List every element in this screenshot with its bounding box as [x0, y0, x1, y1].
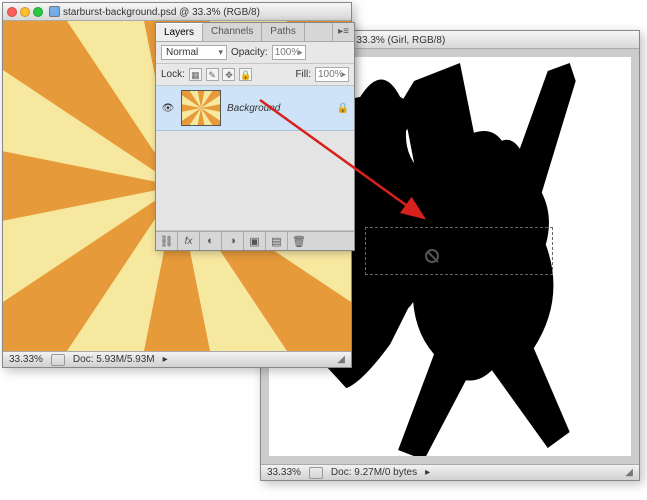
blend-mode-select[interactable]: Normal	[161, 45, 227, 60]
window1-doc-size: Doc: 5.93M/5.93M	[73, 354, 155, 365]
close-window-icon[interactable]	[7, 7, 17, 17]
window1-titlebar[interactable]: starburst-background.psd @ 33.3% (RGB/8)	[3, 3, 351, 21]
opacity-field[interactable]: 100%	[272, 45, 306, 60]
layer-list-empty-area[interactable]	[156, 131, 354, 231]
window2-doc-size: Doc: 9.27M/0 bytes	[331, 467, 417, 478]
layer-thumbnail[interactable]	[181, 90, 221, 126]
opacity-label: Opacity:	[231, 47, 268, 58]
layer-lock-icon[interactable]: 🔒	[337, 103, 349, 114]
window1-title: starburst-background.psd @ 33.3% (RGB/8)	[63, 7, 260, 18]
delete-layer-icon[interactable]: 🗑	[288, 232, 310, 250]
tab-layers[interactable]: Layers	[156, 23, 203, 41]
layer-name[interactable]: Background	[227, 103, 280, 114]
window1-statusbar: 33.33% Doc: 5.93M/5.93M ▸ ◢	[3, 351, 351, 367]
new-group-icon[interactable]: ▣	[244, 232, 266, 250]
hand-tool-icon[interactable]	[309, 467, 323, 479]
new-layer-icon[interactable]: ▤	[266, 232, 288, 250]
panel-tabs: Layers Channels Paths ▸≡	[156, 23, 354, 42]
hand-tool-icon[interactable]	[51, 354, 65, 366]
statusbar-menu-icon[interactable]: ▸	[163, 354, 168, 365]
panel-footer: ⛓ fx ◐ ◑ ▣ ▤ 🗑	[156, 231, 354, 250]
tab-paths[interactable]: Paths	[262, 23, 305, 41]
statusbar-menu-icon[interactable]: ▸	[425, 467, 430, 478]
adjustment-layer-icon[interactable]: ◑	[222, 232, 244, 250]
lock-position-icon[interactable]: ✥	[222, 68, 235, 81]
lock-pixels-icon[interactable]: ✎	[206, 68, 219, 81]
tab-channels[interactable]: Channels	[203, 23, 262, 41]
resize-grip-icon[interactable]: ◢	[337, 354, 345, 365]
layer-fx-icon[interactable]: fx	[178, 232, 200, 250]
visibility-eye-icon[interactable]: 👁	[161, 103, 175, 114]
lock-label: Lock:	[161, 69, 185, 80]
window2-zoom-readout[interactable]: 33.33%	[267, 467, 301, 478]
fill-field[interactable]: 100%	[315, 67, 349, 82]
layer-row-background[interactable]: 👁 Background 🔒	[156, 86, 354, 131]
resize-grip-icon[interactable]: ◢	[625, 467, 633, 478]
document-proxy-icon	[49, 6, 60, 17]
lock-transparent-icon[interactable]: ▦	[189, 68, 202, 81]
minimize-window-icon[interactable]	[20, 7, 30, 17]
panel-menu-icon[interactable]: ▸≡	[332, 23, 354, 41]
window-controls	[7, 7, 43, 17]
layers-panel[interactable]: Layers Channels Paths ▸≡ Normal Opacity:…	[155, 22, 355, 251]
lock-all-icon[interactable]: 🔒	[239, 68, 252, 81]
window2-statusbar: 33.33% Doc: 9.27M/0 bytes ▸ ◢	[261, 464, 639, 480]
window1-zoom-readout[interactable]: 33.33%	[9, 354, 43, 365]
add-mask-icon[interactable]: ◐	[200, 232, 222, 250]
zoom-window-icon[interactable]	[33, 7, 43, 17]
layer-list[interactable]: 👁 Background 🔒	[156, 86, 354, 131]
lock-buttons: ▦ ✎ ✥ 🔒	[189, 68, 253, 81]
link-layers-icon[interactable]: ⛓	[156, 232, 178, 250]
fill-label: Fill:	[295, 69, 311, 80]
